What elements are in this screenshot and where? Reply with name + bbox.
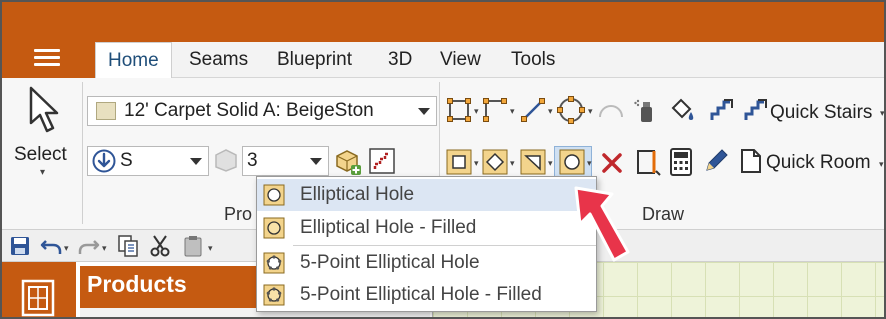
- five-point-elliptical-hole-icon: [263, 252, 285, 274]
- undo-dropdown[interactable]: ▾: [64, 243, 69, 254]
- callout-arrow-icon: [574, 186, 630, 262]
- elliptical-hole-menu: Elliptical Hole Elliptical Hole - Filled…: [256, 176, 597, 312]
- draw-diamond-hole-dropdown[interactable]: ▾: [510, 158, 515, 169]
- product-combo-value: 12' Carpet Solid A: BeigeSton: [124, 100, 374, 121]
- tab-seams[interactable]: Seams: [189, 42, 248, 78]
- select-button[interactable]: [10, 80, 78, 200]
- chevron-down-icon: [310, 158, 322, 165]
- quick-stairs-dropdown[interactable]: ▾: [880, 108, 884, 119]
- menu-item-label: 5-Point Elliptical Hole - Filled: [300, 284, 542, 305]
- tab-view[interactable]: View: [440, 42, 481, 78]
- products-panel-title: Products: [87, 271, 187, 297]
- draw-rectangle-icon[interactable]: [446, 97, 472, 123]
- stairs-icon[interactable]: [368, 147, 396, 175]
- tab-blueprint[interactable]: Blueprint: [277, 42, 352, 78]
- draw-rectangle-dropdown[interactable]: ▾: [474, 106, 479, 117]
- menu-item-label: Elliptical Hole: [300, 184, 415, 205]
- spray-icon[interactable]: [634, 96, 658, 124]
- draw-elliptical-hole-icon[interactable]: [559, 149, 585, 175]
- tab-home[interactable]: Home: [95, 42, 172, 78]
- add-product-icon[interactable]: [334, 147, 362, 175]
- draw-triangle-hole-dropdown[interactable]: ▾: [548, 158, 553, 169]
- draw-group-label: Draw: [642, 204, 685, 224]
- menu-item-elliptical-hole[interactable]: Elliptical Hole: [257, 179, 596, 211]
- hamburger-menu-icon[interactable]: [34, 49, 60, 69]
- cursor-arrow-icon: [29, 86, 59, 133]
- arrow-down-circle-icon: [92, 149, 116, 173]
- number-combo[interactable]: 3: [242, 146, 329, 176]
- tab-3d[interactable]: 3D: [388, 42, 412, 78]
- calculator-icon[interactable]: [668, 147, 694, 177]
- quick-room-label[interactable]: Quick Room: [766, 152, 871, 174]
- trim-icon[interactable]: [632, 147, 662, 177]
- draw-circle-icon[interactable]: [556, 95, 586, 125]
- quick-room-icon[interactable]: [738, 147, 764, 175]
- title-bar: [2, 2, 884, 42]
- quick-stairs-icon[interactable]: [742, 96, 770, 124]
- five-point-elliptical-hole-filled-icon: [263, 284, 285, 306]
- draw-line-dropdown[interactable]: ▾: [548, 106, 553, 117]
- draw-line-icon[interactable]: [520, 97, 546, 123]
- quick-stairs-plain-icon[interactable]: [708, 96, 736, 124]
- menu-item-elliptical-hole-filled[interactable]: Elliptical Hole - Filled: [257, 212, 596, 244]
- tab-tools[interactable]: Tools: [511, 42, 555, 78]
- direction-combo[interactable]: S: [87, 146, 209, 176]
- redo-dropdown[interactable]: ▾: [102, 243, 107, 254]
- app-window: Home Seams Blueprint 3D View Tools Selec…: [0, 0, 886, 319]
- undo-icon[interactable]: [40, 236, 62, 256]
- ribbon-separator: [82, 82, 83, 224]
- draw-arc-icon[interactable]: [596, 97, 626, 121]
- quick-room-dropdown[interactable]: ▾: [879, 159, 884, 170]
- draw-rect-hole-icon[interactable]: [446, 149, 472, 175]
- copy-icon[interactable]: [116, 234, 140, 258]
- paste-dropdown[interactable]: ▾: [208, 243, 213, 254]
- blueprint-icon[interactable]: [20, 278, 56, 318]
- chevron-down-icon: [418, 108, 430, 115]
- ribbon-tabs: Home Seams Blueprint 3D View Tools: [95, 42, 884, 78]
- draw-polyline-dropdown[interactable]: ▾: [510, 106, 515, 117]
- cut-icon[interactable]: [148, 234, 172, 258]
- select-dropdown-arrow[interactable]: ▾: [40, 167, 45, 178]
- rotate-tile-icon[interactable]: [212, 147, 240, 173]
- draw-circle-dropdown[interactable]: ▾: [588, 106, 593, 117]
- elliptical-hole-icon: [263, 184, 285, 206]
- delete-icon[interactable]: [600, 151, 624, 175]
- redo-icon[interactable]: [78, 236, 100, 256]
- direction-combo-value: S: [120, 150, 133, 171]
- menu-item-label: Elliptical Hole - Filled: [300, 217, 477, 238]
- draw-rect-hole-dropdown[interactable]: ▾: [474, 158, 479, 169]
- draw-polyline-icon[interactable]: [482, 97, 508, 123]
- quick-stairs-label[interactable]: Quick Stairs: [770, 102, 872, 124]
- pencil-icon[interactable]: [702, 147, 730, 175]
- save-icon[interactable]: [10, 236, 30, 256]
- products-group-label: Pro: [224, 204, 253, 224]
- menu-item-5-point-elliptical-hole-filled[interactable]: 5-Point Elliptical Hole - Filled: [257, 279, 596, 311]
- elliptical-hole-filled-icon: [263, 217, 285, 239]
- chevron-down-icon: [190, 158, 202, 165]
- paste-icon[interactable]: [182, 234, 206, 258]
- select-label: Select: [14, 144, 67, 165]
- paint-bucket-icon[interactable]: [668, 96, 696, 124]
- menu-item-label: 5-Point Elliptical Hole: [300, 252, 480, 273]
- draw-diamond-hole-icon[interactable]: [482, 149, 508, 175]
- draw-elliptical-hole-dropdown[interactable]: ▾: [587, 158, 592, 169]
- product-combo[interactable]: 12' Carpet Solid A: BeigeSton: [87, 96, 437, 126]
- number-combo-value: 3: [247, 150, 258, 171]
- draw-triangle-hole-icon[interactable]: [520, 149, 546, 175]
- menu-item-5-point-elliptical-hole[interactable]: 5-Point Elliptical Hole: [257, 247, 596, 279]
- menu-separator: [293, 245, 596, 246]
- product-color-swatch: [96, 102, 116, 120]
